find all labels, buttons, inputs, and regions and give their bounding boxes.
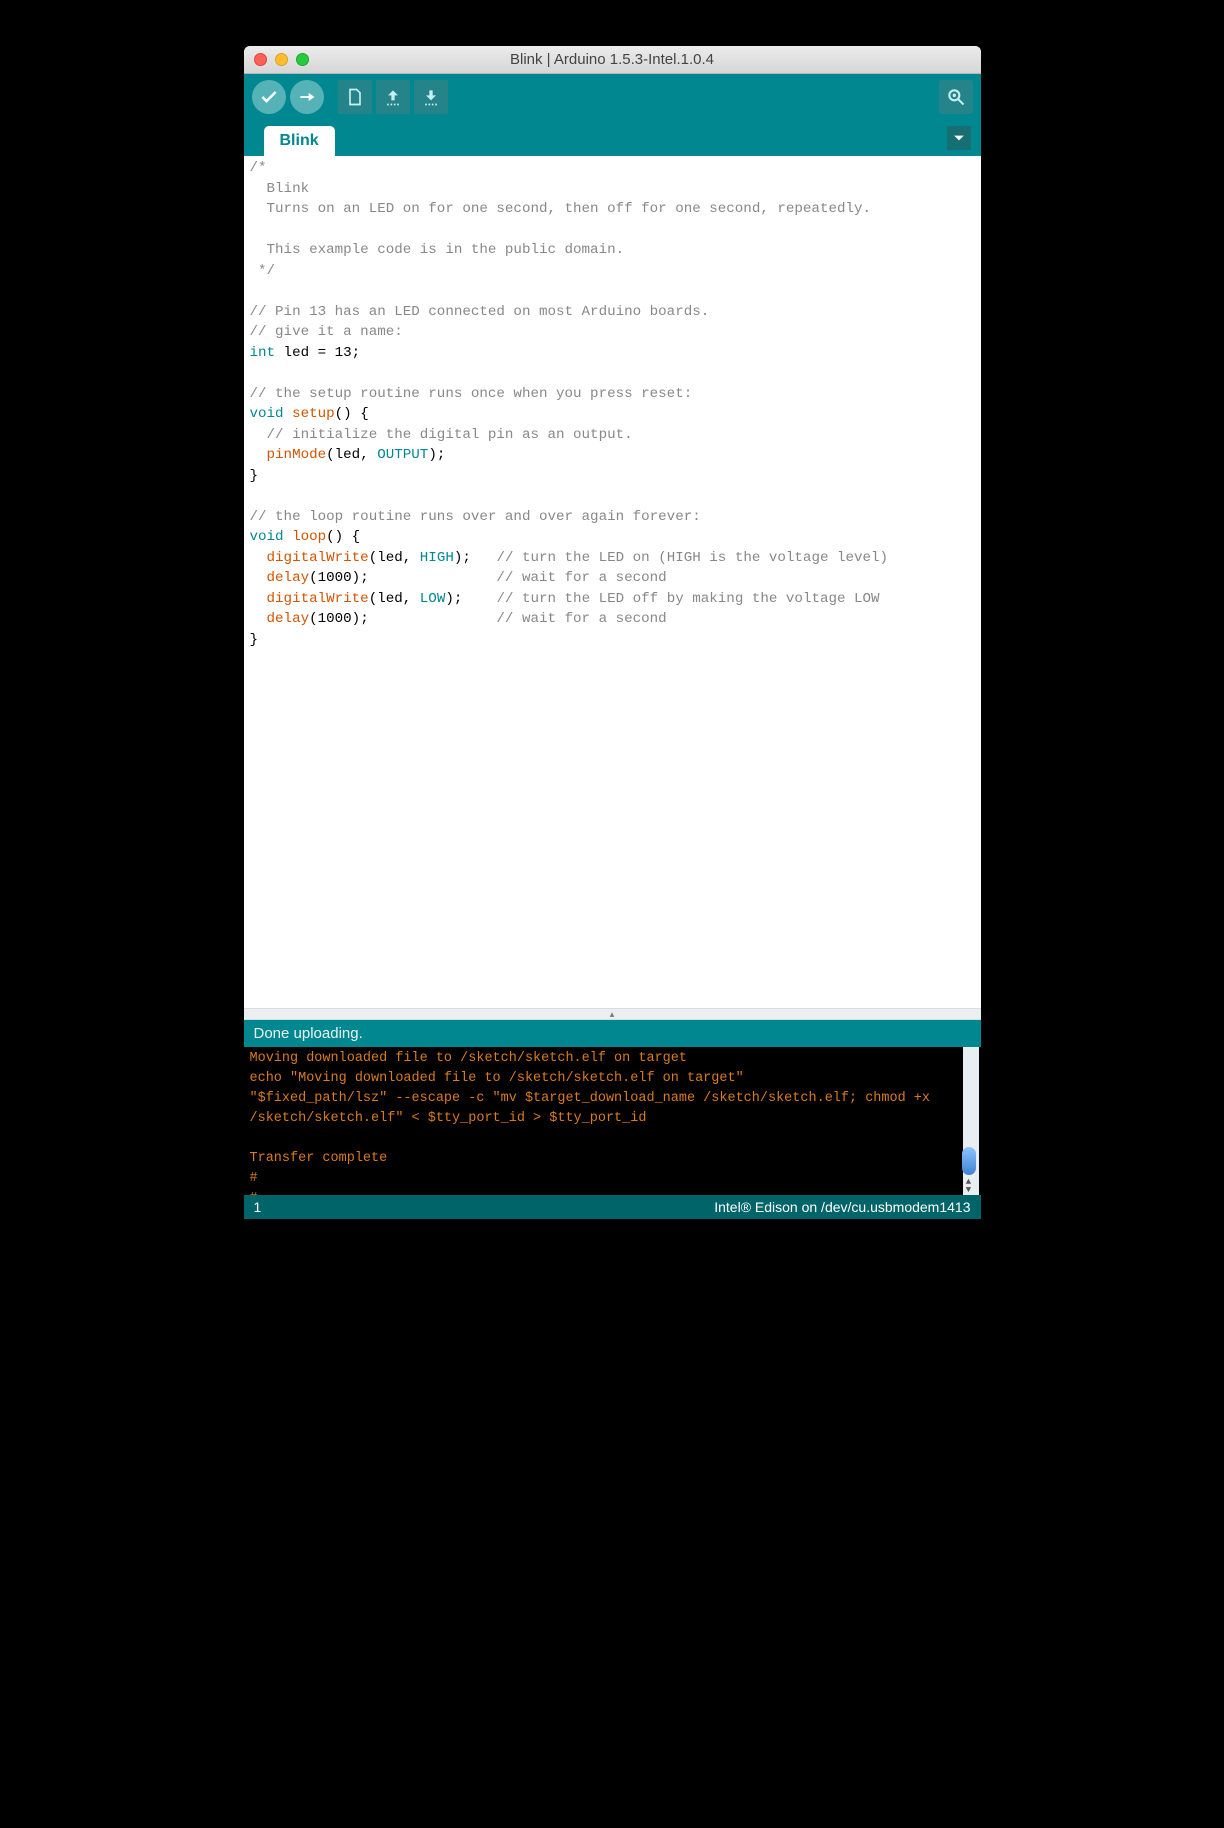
code-token bbox=[250, 611, 267, 627]
code-token: // turn the LED on (HIGH is the voltage … bbox=[496, 550, 888, 566]
code-token: HIGH bbox=[420, 550, 454, 566]
console-line: # bbox=[250, 1191, 258, 1195]
code-token bbox=[250, 591, 267, 607]
scrollbar-thumb[interactable] bbox=[962, 1147, 976, 1175]
code-token: void bbox=[250, 406, 284, 422]
code-token bbox=[284, 529, 293, 545]
traffic-lights bbox=[244, 53, 309, 66]
zoom-icon[interactable] bbox=[296, 53, 309, 66]
code-token: void bbox=[250, 529, 284, 545]
verify-button[interactable] bbox=[252, 80, 286, 114]
arrow-right-icon bbox=[297, 87, 317, 107]
code-token: (1000); bbox=[309, 611, 496, 627]
code-token: delay bbox=[267, 570, 310, 586]
code-line: */ bbox=[250, 263, 276, 279]
code-line: /* bbox=[250, 160, 267, 176]
new-sketch-button[interactable] bbox=[338, 80, 372, 114]
code-token: ); bbox=[428, 447, 445, 463]
sketch-tab[interactable]: Blink bbox=[264, 126, 335, 156]
titlebar: Blink | Arduino 1.5.3-Intel.1.0.4 bbox=[244, 46, 981, 74]
code-token: int bbox=[250, 345, 276, 361]
code-line bbox=[250, 222, 259, 238]
status-message: Done uploading. bbox=[254, 1025, 363, 1042]
code-token: // wait for a second bbox=[496, 570, 666, 586]
code-token: loop bbox=[292, 529, 326, 545]
file-icon bbox=[345, 87, 365, 107]
code-token: // turn the LED off by making the voltag… bbox=[496, 591, 879, 607]
save-sketch-button[interactable] bbox=[414, 80, 448, 114]
bottom-bar: 1 Intel® Edison on /dev/cu.usbmodem1413 bbox=[244, 1195, 981, 1219]
console-scrollbar[interactable]: ▲▼ bbox=[963, 1047, 979, 1195]
upload-button[interactable] bbox=[290, 80, 324, 114]
code-line: // give it a name: bbox=[250, 324, 403, 340]
console-line: echo "Moving downloaded file to /sketch/… bbox=[250, 1071, 744, 1086]
window-title: Blink | Arduino 1.5.3-Intel.1.0.4 bbox=[244, 51, 981, 68]
code-token bbox=[250, 447, 267, 463]
code-token: pinMode bbox=[267, 447, 327, 463]
open-sketch-button[interactable] bbox=[376, 80, 410, 114]
code-token: ); bbox=[454, 550, 497, 566]
code-token: led = 13; bbox=[275, 345, 360, 361]
code-line: Turns on an LED on for one second, then … bbox=[250, 201, 872, 217]
close-icon[interactable] bbox=[254, 53, 267, 66]
arduino-ide-window: Blink | Arduino 1.5.3-Intel.1.0.4 bbox=[244, 46, 981, 1219]
code-line: // Pin 13 has an LED connected on most A… bbox=[250, 304, 710, 320]
console-line: # bbox=[250, 1171, 258, 1186]
code-line: // the loop routine runs over and over a… bbox=[250, 509, 701, 525]
code-token bbox=[250, 550, 267, 566]
minimize-icon[interactable] bbox=[275, 53, 288, 66]
tab-menu-button[interactable] bbox=[947, 126, 971, 150]
code-line: This example code is in the public domai… bbox=[250, 242, 625, 258]
code-token: (led, bbox=[369, 550, 420, 566]
arrow-down-icon bbox=[421, 87, 441, 107]
editor-pane: /* Blink Turns on an LED on for one seco… bbox=[244, 156, 981, 1020]
code-token: OUTPUT bbox=[377, 447, 428, 463]
code-token: // wait for a second bbox=[496, 611, 666, 627]
code-token bbox=[250, 570, 267, 586]
code-token: (1000); bbox=[309, 570, 496, 586]
line-number: 1 bbox=[254, 1199, 262, 1215]
code-token: digitalWrite bbox=[267, 550, 369, 566]
pane-resize-handle[interactable]: ▴ bbox=[244, 1008, 981, 1020]
code-token: setup bbox=[292, 406, 335, 422]
code-token: LOW bbox=[420, 591, 446, 607]
check-icon bbox=[259, 87, 279, 107]
code-line: Blink bbox=[250, 181, 310, 197]
console-line: Transfer complete bbox=[250, 1151, 388, 1166]
tab-bar: Blink bbox=[244, 120, 981, 156]
code-line: // the setup routine runs once when you … bbox=[250, 386, 693, 402]
serial-monitor-button[interactable] bbox=[939, 80, 973, 114]
console-output[interactable]: Moving downloaded file to /sketch/sketch… bbox=[244, 1047, 981, 1195]
code-token: () { bbox=[326, 529, 360, 545]
code-token: digitalWrite bbox=[267, 591, 369, 607]
console-line: "$fixed_path/lsz" --escape -c "mv $targe… bbox=[250, 1091, 939, 1126]
chevron-down-icon bbox=[953, 132, 965, 144]
status-bar: Done uploading. bbox=[244, 1020, 981, 1047]
code-token: (led, bbox=[369, 591, 420, 607]
toolbar bbox=[244, 74, 981, 120]
scrollbar-arrows[interactable]: ▲▼ bbox=[961, 1177, 977, 1195]
console-line: Moving downloaded file to /sketch/sketch… bbox=[250, 1051, 687, 1066]
code-token: delay bbox=[267, 611, 310, 627]
code-token: (led, bbox=[326, 447, 377, 463]
code-editor[interactable]: /* Blink Turns on an LED on for one seco… bbox=[244, 156, 981, 1008]
code-token: ); bbox=[445, 591, 496, 607]
code-line: } bbox=[250, 632, 259, 648]
magnifier-icon bbox=[946, 87, 966, 107]
board-port-label: Intel® Edison on /dev/cu.usbmodem1413 bbox=[714, 1199, 970, 1215]
code-line: // initialize the digital pin as an outp… bbox=[250, 427, 633, 443]
code-token bbox=[284, 406, 293, 422]
code-line: } bbox=[250, 468, 259, 484]
arrow-up-icon bbox=[383, 87, 403, 107]
code-token: () { bbox=[335, 406, 369, 422]
